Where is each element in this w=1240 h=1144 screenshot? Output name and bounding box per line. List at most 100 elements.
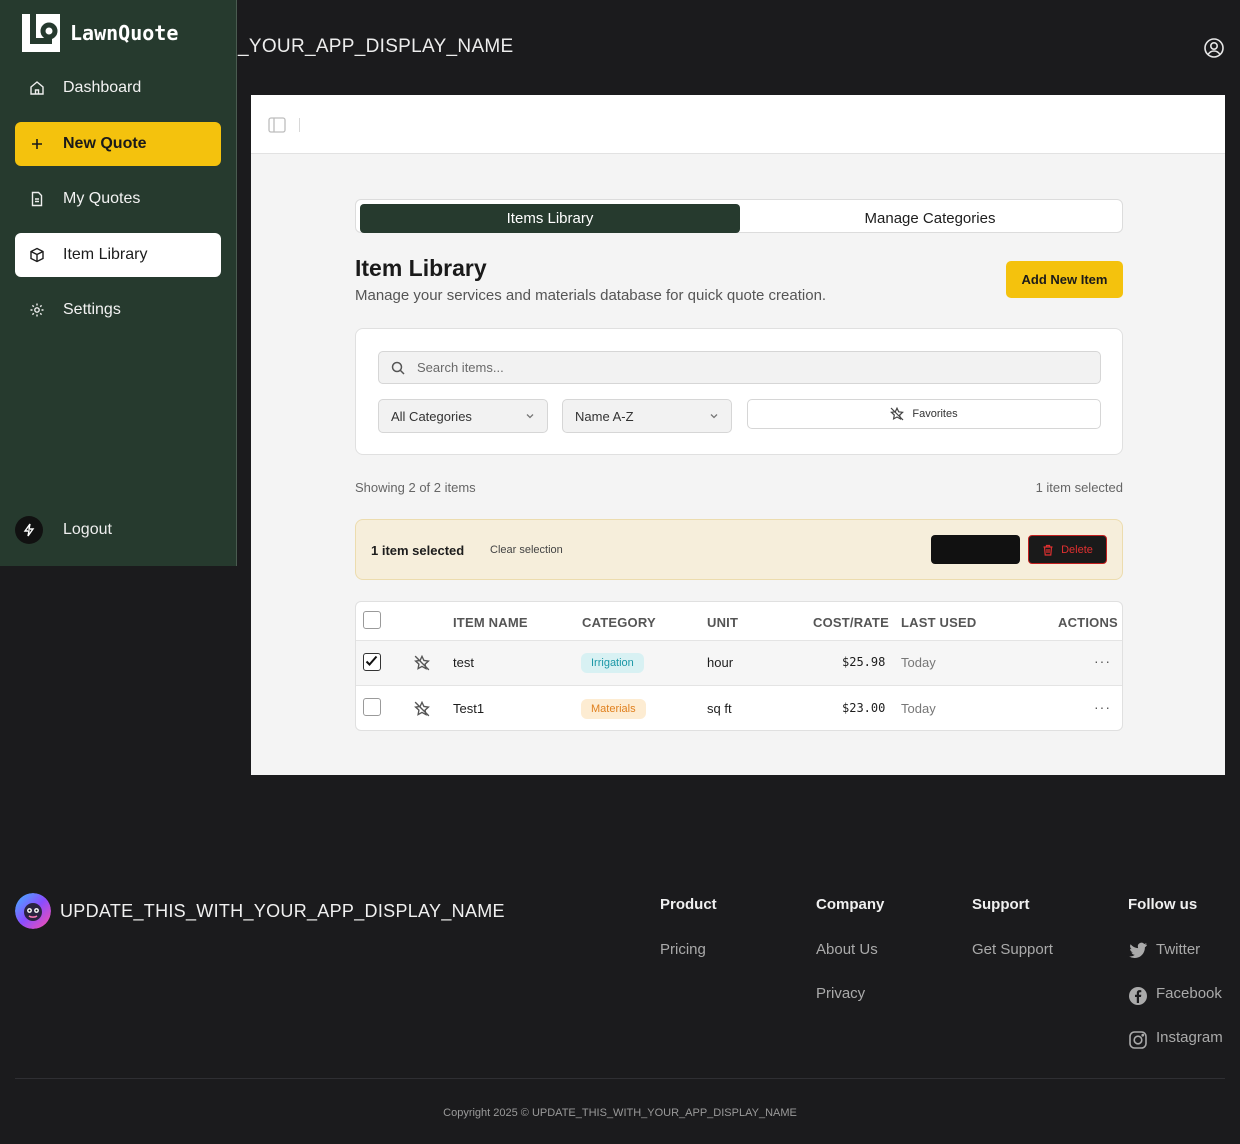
page-title: Item Library (355, 255, 487, 281)
sidebar-item-new-quote[interactable]: New Quote (15, 122, 221, 166)
logout-button[interactable]: Logout (15, 516, 112, 544)
filter-panel: All Categories Name A-Z Favorites (355, 328, 1123, 455)
account-icon[interactable] (1203, 37, 1225, 59)
sidebar-item-label: My Quotes (63, 190, 141, 207)
favorite-toggle-icon[interactable] (414, 655, 430, 671)
tab-bar: Items Library Manage Categories (355, 199, 1123, 233)
footer-link-twitter[interactable]: Twitter (1128, 941, 1223, 985)
bolt-icon (15, 516, 43, 544)
select-all-checkbox[interactable] (363, 611, 381, 629)
item-name: test (453, 655, 474, 670)
footer-link-label: Facebook (1156, 985, 1222, 1002)
delete-button[interactable]: Delete (1028, 535, 1107, 564)
footer-app-name: UPDATE_THIS_WITH_YOUR_APP_DISPLAY_NAME (60, 900, 505, 921)
sidebar-item-dashboard[interactable]: Dashboard (15, 66, 221, 110)
footer-link-instagram[interactable]: Instagram (1128, 1029, 1223, 1073)
footer-column-support: Support Get Support (972, 896, 1053, 985)
column-header[interactable]: ITEM NAME (453, 615, 528, 630)
footer-heading: Follow us (1128, 896, 1198, 913)
column-header[interactable]: CATEGORY (582, 615, 656, 630)
sidebar-item-label: Dashboard (63, 79, 142, 96)
package-icon (29, 247, 45, 263)
search-input[interactable] (417, 360, 1017, 375)
footer-link-get-support[interactable]: Get Support (972, 941, 1053, 985)
sidebar-item-settings[interactable]: Settings (15, 288, 221, 332)
sidebar-item-label: Item Library (63, 246, 148, 263)
footer-column-follow-us: Follow us Twitter Facebook Instagram (1128, 896, 1223, 1073)
lawnquote-logo-icon (22, 14, 60, 52)
footer-link-label: Pricing (660, 941, 706, 958)
footer-divider (15, 1078, 1225, 1079)
row-actions-menu[interactable]: ··· (1094, 653, 1111, 669)
footer-brand[interactable]: UPDATE_THIS_WITH_YOUR_APP_DISPLAY_NAME (15, 893, 505, 929)
footer-column-company: Company About Us Privacy (816, 896, 884, 1029)
facebook-icon (1129, 987, 1147, 1005)
sidebar-item-label: Settings (63, 301, 121, 318)
sidebar: LawnQuote Dashboard New Quote My Quotes … (0, 0, 237, 566)
content-header (251, 95, 1225, 154)
item-last-used: Today (901, 655, 936, 670)
footer-heading: Company (816, 896, 885, 913)
sort-select[interactable]: Name A-Z (562, 399, 732, 433)
column-header[interactable]: UNIT (707, 615, 738, 630)
delete-label: Delete (1061, 543, 1093, 556)
column-header: ACTIONS (1058, 615, 1118, 630)
main-content: Items Library Manage Categories Item Lib… (251, 95, 1225, 775)
search-icon (391, 361, 405, 375)
item-last-used: Today (901, 701, 936, 716)
bulk-action-button[interactable] (931, 535, 1020, 564)
favorite-toggle-icon[interactable] (414, 701, 430, 717)
footer-link-privacy[interactable]: Privacy (816, 985, 884, 1029)
document-icon (29, 191, 45, 207)
search-field (378, 351, 1101, 384)
item-name: Test1 (453, 701, 485, 716)
sort-select-value: Name A-Z (575, 408, 634, 424)
table-row[interactable]: test Irrigation hour $25.98 Today ··· (356, 641, 1122, 686)
column-header[interactable]: COST/RATE (813, 615, 889, 630)
gear-icon (29, 302, 45, 318)
brand[interactable]: LawnQuote (22, 14, 178, 52)
footer-link-facebook[interactable]: Facebook (1128, 985, 1223, 1029)
table-header: ITEM NAME CATEGORY UNIT COST/RATE LAST U… (356, 602, 1122, 641)
footer-link-pricing[interactable]: Pricing (660, 941, 717, 985)
bulk-action-bar: 1 item selected Clear selection Delete (355, 519, 1123, 580)
sidebar-item-item-library[interactable]: Item Library (15, 233, 221, 277)
trash-icon (1043, 544, 1053, 556)
clear-selection-link[interactable]: Clear selection (490, 544, 563, 556)
row-actions-menu[interactable]: ··· (1094, 699, 1111, 715)
favorites-filter-button[interactable]: Favorites (747, 399, 1101, 429)
instagram-icon (1129, 1031, 1147, 1049)
add-new-item-button[interactable]: Add New Item (1006, 261, 1123, 298)
tab-items-library[interactable]: Items Library (360, 204, 740, 233)
copyright: Copyright 2025 © UPDATE_THIS_WITH_YOUR_A… (443, 1107, 797, 1119)
favorites-label: Favorites (912, 408, 958, 420)
item-cost: $25.98 (842, 655, 886, 669)
table-row[interactable]: Test1 Materials sq ft $23.00 Today ··· (356, 687, 1122, 730)
sidebar-item-label: New Quote (63, 135, 147, 152)
footer-link-label: About Us (816, 941, 878, 958)
chevron-down-icon (526, 414, 534, 419)
footer-heading: Product (660, 896, 717, 913)
column-header[interactable]: LAST USED (901, 615, 976, 630)
logout-label: Logout (63, 521, 112, 538)
header-divider (299, 118, 300, 132)
item-unit: hour (707, 655, 734, 670)
home-icon (29, 80, 45, 96)
star-off-icon (890, 407, 905, 421)
footer-link-about-us[interactable]: About Us (816, 941, 884, 985)
tab-manage-categories[interactable]: Manage Categories (740, 204, 1120, 233)
row-checkbox[interactable] (363, 698, 381, 716)
twitter-icon (1129, 942, 1147, 959)
footer-link-label: Get Support (972, 941, 1053, 958)
chevron-down-icon (710, 414, 718, 419)
footer-link-label: Instagram (1156, 1029, 1223, 1046)
sidebar-toggle-icon[interactable] (267, 115, 287, 135)
plus-icon (29, 136, 45, 152)
checkmark-icon (365, 655, 378, 666)
row-checkbox[interactable] (363, 653, 381, 671)
sidebar-item-my-quotes[interactable]: My Quotes (15, 177, 221, 221)
results-count: Showing 2 of 2 items (355, 480, 476, 495)
category-select[interactable]: All Categories (378, 399, 548, 433)
item-unit: sq ft (707, 701, 732, 716)
selected-count: 1 item selected (1035, 480, 1123, 495)
